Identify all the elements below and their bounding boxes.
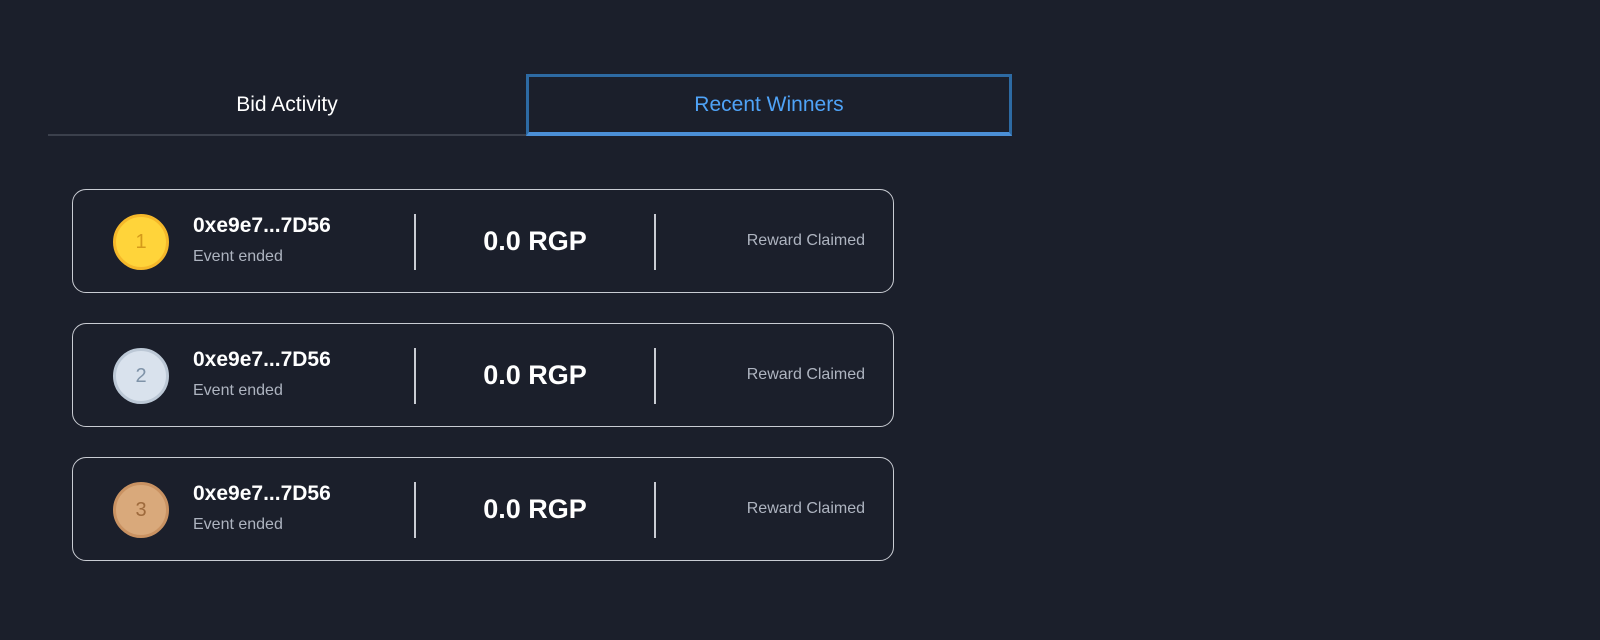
winners-list: 1 0xe9e7...7D56 Event ended 0.0 RGP Rewa… xyxy=(72,189,894,591)
silver-medal-icon: 2 xyxy=(113,348,169,404)
tab-bar: Bid Activity Recent Winners xyxy=(48,74,1012,140)
winner-address: 0xe9e7...7D56 xyxy=(193,214,331,237)
reward-status: Reward Claimed xyxy=(746,366,865,383)
reward-amount: 0.0 RGP xyxy=(483,360,587,390)
reward-status: Reward Claimed xyxy=(746,500,865,517)
winner-address: 0xe9e7...7D56 xyxy=(193,348,331,371)
tab-recent-winners[interactable]: Recent Winners xyxy=(526,74,1012,136)
winner-card: 3 0xe9e7...7D56 Event ended 0.0 RGP Rewa… xyxy=(72,457,894,561)
reward-amount: 0.0 RGP xyxy=(483,494,587,524)
gold-medal-icon: 1 xyxy=(113,214,169,270)
bronze-medal-icon: 3 xyxy=(113,482,169,538)
event-status-text: Event ended xyxy=(193,382,283,399)
divider xyxy=(654,348,656,404)
divider xyxy=(654,482,656,538)
reward-amount: 0.0 RGP xyxy=(483,226,587,256)
winner-card: 1 0xe9e7...7D56 Event ended 0.0 RGP Rewa… xyxy=(72,189,894,293)
reward-status: Reward Claimed xyxy=(746,232,865,249)
winner-card: 2 0xe9e7...7D56 Event ended 0.0 RGP Rewa… xyxy=(72,323,894,427)
winner-address: 0xe9e7...7D56 xyxy=(193,482,331,505)
divider xyxy=(654,214,656,270)
winners-panel: Bid Activity Recent Winners 1 0xe9e7...7… xyxy=(0,0,1600,640)
event-status-text: Event ended xyxy=(193,516,283,533)
event-status-text: Event ended xyxy=(193,248,283,265)
tab-bid-activity[interactable]: Bid Activity xyxy=(48,74,526,136)
